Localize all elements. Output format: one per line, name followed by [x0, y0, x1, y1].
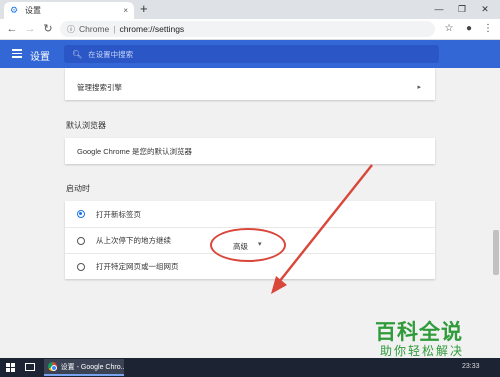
manage-search-engines-row[interactable]: 管理搜索引擎 ▸	[65, 68, 435, 100]
default-browser-status: Google Chrome 是您的默认浏览器	[77, 146, 193, 156]
site-chip: Chrome	[79, 24, 110, 34]
taskbar-chrome-item[interactable]: 设置 - Google Chro...	[44, 359, 124, 376]
radio-button[interactable]	[77, 262, 85, 271]
search-engine-card: 管理搜索引擎 ▸	[65, 68, 435, 100]
tab-strip: ⚙ 设置 × + — ❐ ✕	[0, 0, 500, 19]
address-separator: |	[113, 24, 116, 34]
url-text[interactable]: chrome://settings	[119, 24, 184, 34]
startup-heading: 启动时	[66, 184, 90, 193]
address-bar[interactable]: ⓘ Chrome | chrome://settings	[60, 21, 435, 37]
chevron-right-icon: ▸	[417, 84, 421, 91]
annotation-ellipse	[210, 228, 286, 262]
page-title: 设置	[30, 52, 50, 63]
reload-icon[interactable]: ↻	[42, 22, 54, 36]
search-placeholder: 在设置中搜索	[88, 49, 134, 59]
restore-button[interactable]: ❐	[455, 2, 469, 16]
radio-button[interactable]	[77, 236, 85, 245]
gear-icon: ⚙	[10, 5, 19, 15]
kebab-menu-icon[interactable]: ⋮	[482, 22, 494, 36]
settings-content: 管理搜索引擎 ▸ 默认浏览器 Google Chrome 是您的默认浏览器 启动…	[0, 68, 500, 355]
startup-option-label: 从上次停下的地方继续	[96, 236, 171, 245]
startup-option-label: 打开新标签页	[96, 209, 141, 219]
taskbar-item-label: 设置 - Google Chro...	[60, 363, 124, 371]
manage-search-engines-label: 管理搜索引擎	[77, 82, 122, 92]
forward-icon[interactable]: →	[24, 22, 36, 36]
chrome-icon	[48, 362, 57, 371]
scrollbar-thumb[interactable]	[493, 230, 499, 275]
startup-option-label: 打开特定网页或一组网页	[96, 262, 179, 271]
browser-toolbar: ← → ↻ ⓘ Chrome | chrome://settings ☆ ● ⋮	[0, 19, 500, 40]
tab-title: 设置	[25, 6, 41, 15]
default-browser-card: Google Chrome 是您的默认浏览器	[65, 138, 435, 164]
windows-start-icon[interactable]	[6, 363, 15, 372]
radio-button-checked[interactable]	[77, 210, 85, 218]
chevron-down-icon[interactable]: ▾	[258, 240, 262, 248]
default-browser-heading: 默认浏览器	[66, 121, 106, 130]
tab-close-button[interactable]: ×	[123, 6, 128, 15]
close-window-button[interactable]: ✕	[478, 2, 492, 16]
search-icon: 🔍︎	[72, 49, 83, 59]
new-tab-button[interactable]: +	[140, 2, 148, 16]
scrollbar-track[interactable]	[492, 68, 500, 355]
startup-option-new-tab[interactable]: 打开新标签页	[65, 201, 435, 227]
settings-search-input[interactable]: 🔍︎ 在设置中搜索	[64, 45, 439, 63]
settings-header: 设置 🔍︎ 在设置中搜索	[0, 40, 500, 68]
star-icon[interactable]: ☆	[443, 22, 455, 36]
advanced-button[interactable]: 高级	[233, 241, 248, 252]
profile-icon[interactable]: ●	[463, 22, 475, 36]
watermark-subtitle: 助你轻松解决	[380, 344, 465, 358]
back-icon[interactable]: ←	[6, 22, 18, 36]
task-view-icon[interactable]	[25, 363, 35, 371]
system-clock[interactable]: 23:33	[462, 363, 480, 370]
taskbar: 设置 - Google Chro... 23:33	[0, 358, 500, 377]
hamburger-menu-icon[interactable]	[12, 49, 22, 58]
tab-settings[interactable]: ⚙ 设置 ×	[4, 2, 134, 19]
info-icon[interactable]: ⓘ	[67, 24, 75, 35]
minimize-button[interactable]: —	[432, 2, 446, 16]
